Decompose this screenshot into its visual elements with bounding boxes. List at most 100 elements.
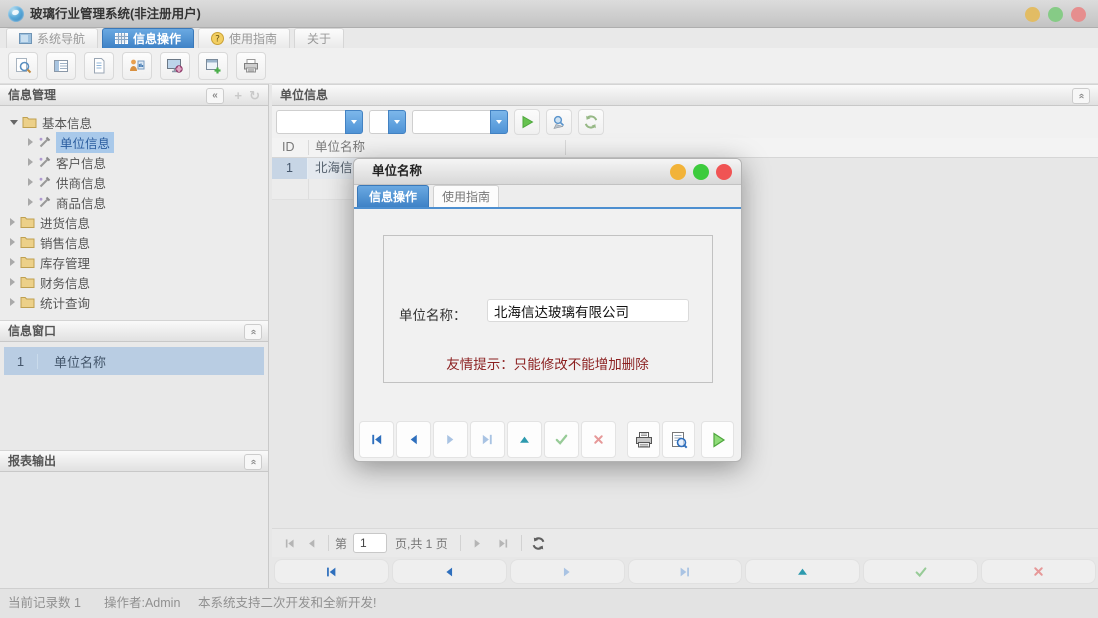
- record-prev-button[interactable]: [392, 559, 507, 584]
- monitor-globe-button[interactable]: [160, 52, 190, 80]
- caret-right-icon[interactable]: [10, 298, 15, 306]
- dialog-last-button[interactable]: [470, 421, 505, 458]
- column-header-name[interactable]: 单位名称: [315, 138, 365, 157]
- search-document-button[interactable]: [8, 52, 38, 80]
- collapse-up-button[interactable]: «: [1072, 88, 1090, 104]
- dialog-print-button[interactable]: [627, 421, 660, 458]
- info-window-row[interactable]: 1 单位名称: [4, 347, 264, 375]
- tools-icon: [38, 176, 51, 189]
- dialog-tab-guide[interactable]: 使用指南: [433, 185, 499, 207]
- column-divider[interactable]: [565, 140, 566, 155]
- dialog-tab-info-operate[interactable]: 信息操作: [357, 185, 429, 207]
- collapse-up-button[interactable]: «: [244, 454, 262, 470]
- dialog-first-button[interactable]: [359, 421, 394, 458]
- caret-right-icon[interactable]: [28, 158, 33, 166]
- tab-guide[interactable]: ? 使用指南: [198, 28, 290, 48]
- record-next-button[interactable]: [510, 559, 625, 584]
- caret-right-icon[interactable]: [10, 278, 15, 286]
- combo-value: [369, 110, 388, 134]
- dialog-close-light-icon[interactable]: [716, 164, 732, 180]
- dialog-run-button[interactable]: [701, 421, 734, 458]
- collapse-left-button[interactable]: «: [206, 88, 224, 104]
- dialog-preview-button[interactable]: [662, 421, 695, 458]
- column-header-id[interactable]: ID: [282, 138, 295, 157]
- page-first-button[interactable]: [278, 532, 300, 554]
- dialog-cancel-button[interactable]: [581, 421, 616, 458]
- close-light-icon[interactable]: [1071, 7, 1086, 22]
- minimize-light-icon[interactable]: [1025, 7, 1040, 22]
- dialog-window-controls: [670, 164, 732, 180]
- maximize-light-icon[interactable]: [1048, 7, 1063, 22]
- dialog-titlebar[interactable]: 单位名称: [354, 159, 741, 185]
- chevron-down-icon[interactable]: [345, 110, 363, 134]
- caret-right-icon[interactable]: [28, 178, 33, 186]
- record-cancel-button[interactable]: [981, 559, 1096, 584]
- refresh-button[interactable]: [578, 109, 604, 135]
- record-last-button[interactable]: [628, 559, 743, 584]
- chevron-down-icon[interactable]: [490, 110, 508, 134]
- search-edit-icon: [551, 114, 568, 131]
- printer-button[interactable]: [236, 52, 266, 80]
- record-up-button[interactable]: [745, 559, 860, 584]
- unit-name-input[interactable]: [487, 299, 689, 322]
- tab-about[interactable]: 关于: [294, 28, 344, 48]
- tree-item-stats-query[interactable]: 统计查询: [0, 292, 268, 312]
- caret-right-icon[interactable]: [28, 198, 33, 206]
- dialog-maximize-light-icon[interactable]: [693, 164, 709, 180]
- caret-right-icon[interactable]: [10, 258, 15, 266]
- filter-operator-combo[interactable]: [369, 110, 406, 134]
- tree-item-basic-info[interactable]: 基本信息: [0, 112, 268, 132]
- run-query-button[interactable]: [514, 109, 540, 135]
- record-first-button[interactable]: [274, 559, 389, 584]
- panel-header-info-window: 信息窗口 «: [0, 320, 268, 342]
- page-next-button[interactable]: [467, 532, 489, 554]
- caret-right-icon[interactable]: [10, 238, 15, 246]
- window-add-button[interactable]: [198, 52, 228, 80]
- combo-value: [412, 110, 490, 134]
- window-controls: [1025, 7, 1086, 22]
- page-refresh-button[interactable]: [528, 532, 550, 554]
- tree-item-finance-info[interactable]: 财务信息: [0, 272, 268, 292]
- column-divider[interactable]: [308, 140, 309, 155]
- caret-down-icon[interactable]: [10, 120, 18, 125]
- dialog-next-button[interactable]: [433, 421, 468, 458]
- operator-label: 操作者:Admin: [104, 589, 180, 618]
- info-window-row-id: 1: [4, 354, 38, 369]
- filter-field-combo[interactable]: [276, 110, 363, 134]
- tab-system-nav[interactable]: 系统导航: [6, 28, 98, 48]
- folder-icon: [20, 276, 35, 288]
- refresh-icon: [583, 114, 599, 130]
- tree-item-purchase-info[interactable]: 进货信息: [0, 212, 268, 232]
- collapse-up-button[interactable]: «: [244, 324, 262, 340]
- tree-item-product-info[interactable]: 商品信息: [0, 192, 268, 212]
- combo-value: [276, 110, 345, 134]
- status-bar: 当前记录数 1 操作者:Admin 本系统支持二次开发和全新开发!: [0, 588, 1098, 618]
- dialog-up-button[interactable]: [507, 421, 542, 458]
- tab-info-operate[interactable]: 信息操作: [102, 28, 194, 48]
- tree-item-supplier-info[interactable]: 供商信息: [0, 172, 268, 192]
- tab-label: 关于: [307, 30, 331, 47]
- app-logo-icon: [8, 6, 24, 22]
- page-last-button[interactable]: [493, 532, 515, 554]
- chevron-down-icon[interactable]: [388, 110, 406, 134]
- dialog-minimize-light-icon[interactable]: [670, 164, 686, 180]
- tree-item-inventory[interactable]: 库存管理: [0, 252, 268, 272]
- page-prev-button[interactable]: [300, 532, 322, 554]
- data-table-button[interactable]: [46, 52, 76, 80]
- tree-item-sales-info[interactable]: 销售信息: [0, 232, 268, 252]
- user-report-button[interactable]: [122, 52, 152, 80]
- dialog-tabstrip: 信息操作 使用指南: [354, 185, 741, 209]
- page-number-input[interactable]: [353, 533, 387, 553]
- dialog-prev-button[interactable]: [396, 421, 431, 458]
- tree-item-unit-info[interactable]: 单位信息: [0, 132, 268, 152]
- caret-right-icon[interactable]: [28, 138, 33, 146]
- filter-value-combo[interactable]: [412, 110, 508, 134]
- record-confirm-button[interactable]: [863, 559, 978, 584]
- cell-id: 1: [272, 158, 308, 179]
- tree-item-customer-info[interactable]: 客户信息: [0, 152, 268, 172]
- document-button[interactable]: [84, 52, 114, 80]
- dialog-confirm-button[interactable]: [544, 421, 579, 458]
- caret-right-icon[interactable]: [10, 218, 15, 226]
- main-tabstrip: 系统导航 信息操作 ? 使用指南 关于: [0, 28, 1098, 48]
- advanced-search-button[interactable]: [546, 109, 572, 135]
